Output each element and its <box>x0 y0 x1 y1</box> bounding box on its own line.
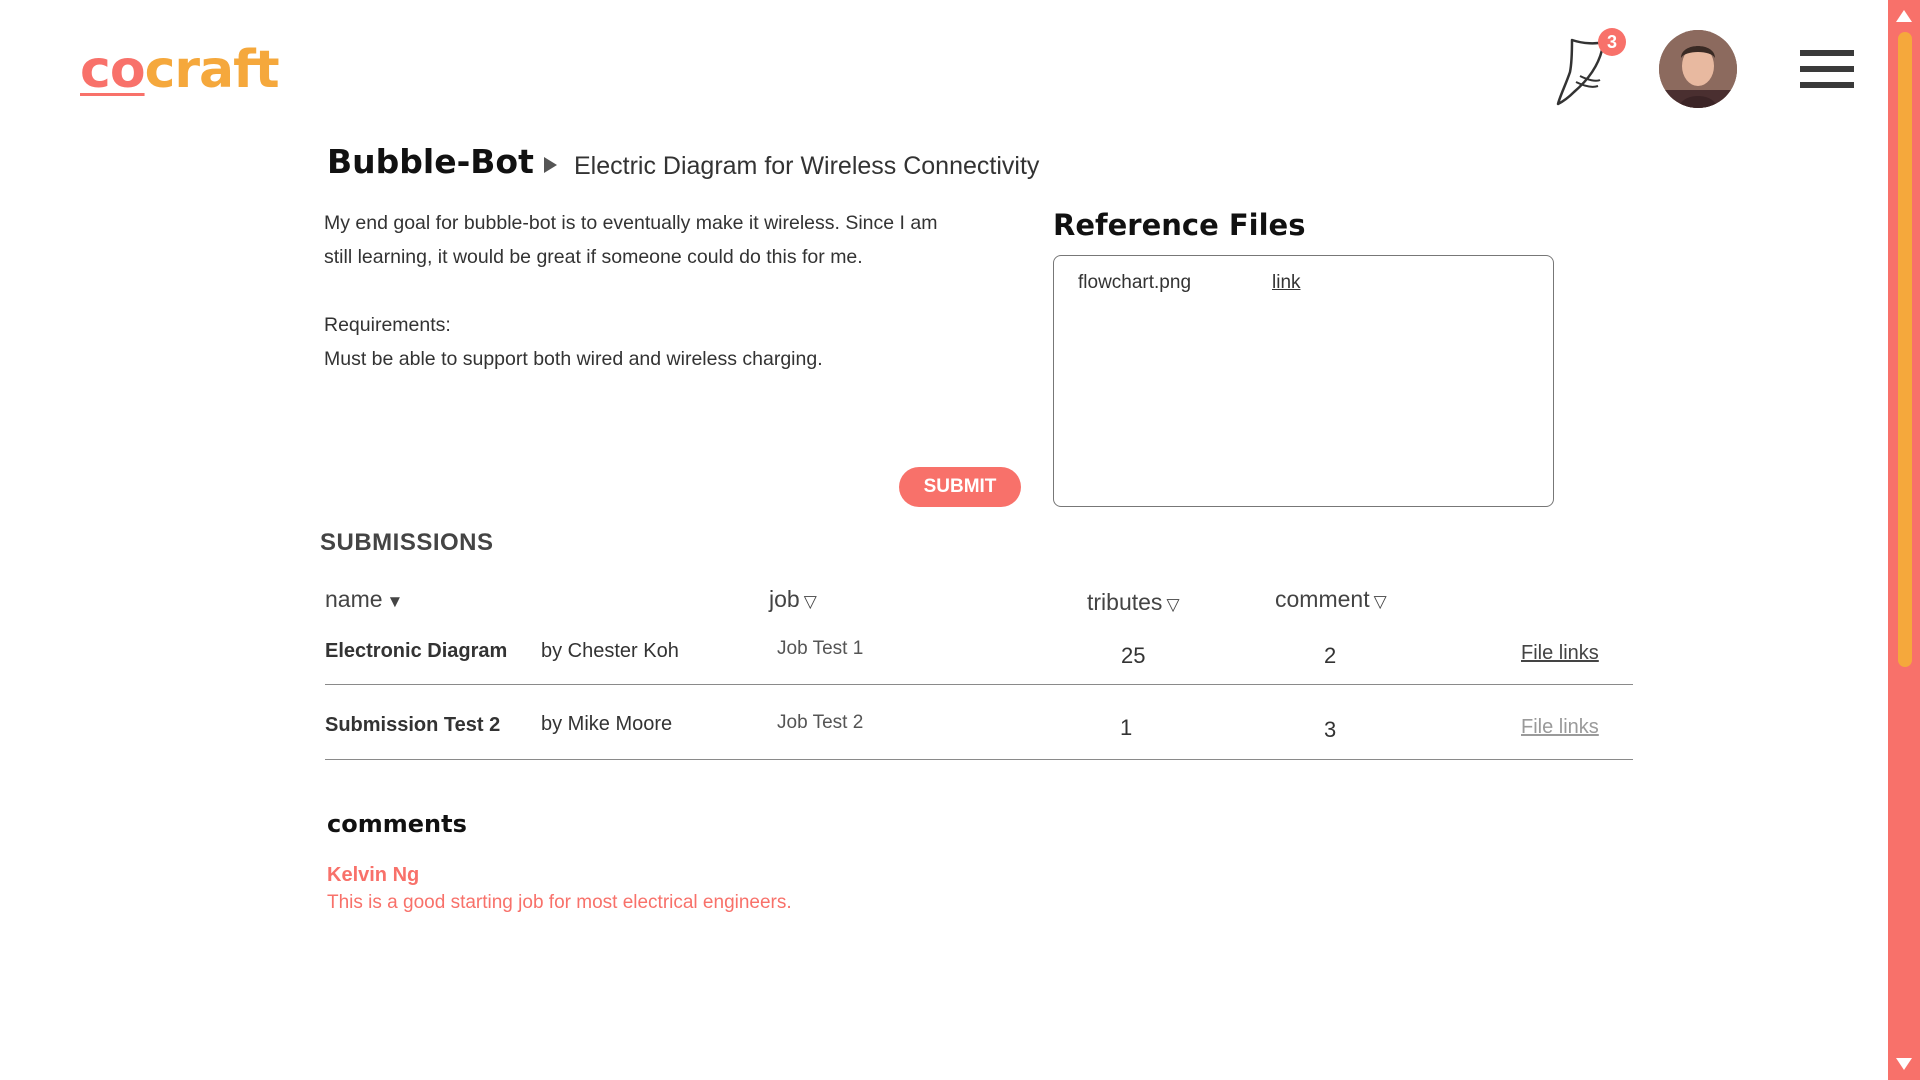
comment-author[interactable]: Kelvin Ng <box>327 864 419 887</box>
sort-desc-icon: ▼ <box>386 592 404 611</box>
column-header-job-label: job <box>769 586 800 612</box>
description-line: still learning, it would be great if som… <box>324 246 863 268</box>
notification-count-badge: 3 <box>1598 28 1626 56</box>
user-avatar[interactable] <box>1659 30 1737 108</box>
submission-name[interactable]: Submission Test 2 <box>325 714 500 737</box>
reference-files-heading: Reference Files <box>1053 208 1306 242</box>
job-title: Electric Diagram for Wireless Connectivi… <box>574 152 1040 180</box>
cocraft-logo[interactable]: cocraft <box>80 40 280 100</box>
scroll-up-arrow-icon[interactable] <box>1896 10 1912 22</box>
logo-part-craft: craft <box>144 40 280 100</box>
submission-author: by Chester Koh <box>541 640 679 662</box>
column-header-tributes-label: tributes <box>1087 589 1163 615</box>
breadcrumb-arrow-icon <box>544 157 557 173</box>
column-header-name-label: name <box>325 586 383 612</box>
submission-comment-count: 3 <box>1324 717 1337 742</box>
hamburger-menu-button[interactable] <box>1800 50 1854 90</box>
vertical-scrollbar[interactable] <box>1888 0 1920 1080</box>
menu-bar-1 <box>1800 50 1854 56</box>
column-header-tributes[interactable]: tributes ▽ <box>1087 589 1180 616</box>
sort-icon: ▽ <box>1373 592 1387 611</box>
menu-bar-3 <box>1800 82 1854 88</box>
reference-files-box: flowchart.png link <box>1053 255 1554 507</box>
column-header-name[interactable]: name ▼ <box>325 586 403 613</box>
row-divider <box>325 759 1633 760</box>
file-links[interactable]: File links <box>1521 642 1599 665</box>
submission-job: Job Test 1 <box>777 638 864 659</box>
reference-file-link[interactable]: link <box>1272 272 1301 294</box>
comments-heading: comments <box>327 810 467 838</box>
column-header-comment[interactable]: comment ▽ <box>1275 586 1387 613</box>
submit-button[interactable]: SUBMIT <box>899 467 1021 507</box>
description-line: Requirements: <box>324 314 451 336</box>
column-header-comment-label: comment <box>1275 586 1370 612</box>
submission-tributes: 1 <box>1120 715 1133 740</box>
scroll-down-arrow-icon[interactable] <box>1896 1058 1912 1070</box>
file-links[interactable]: File links <box>1521 716 1599 739</box>
avatar-portrait-icon <box>1659 30 1737 108</box>
comment-text: This is a good starting job for most ele… <box>327 892 792 913</box>
submission-comment-count: 2 <box>1324 643 1337 668</box>
row-divider <box>325 684 1633 685</box>
menu-bar-2 <box>1800 66 1854 72</box>
notifications-button[interactable]: 3 <box>1550 28 1626 108</box>
column-header-job[interactable]: job ▽ <box>769 586 817 613</box>
sort-icon: ▽ <box>1166 595 1180 614</box>
reference-file-name: flowchart.png <box>1078 272 1192 293</box>
submission-name[interactable]: Electronic Diagram <box>325 640 507 663</box>
submission-tributes: 25 <box>1121 643 1146 668</box>
description-line: My end goal for bubble-bot is to eventua… <box>324 212 938 234</box>
sort-icon: ▽ <box>803 592 817 611</box>
job-description: My end goal for bubble-bot is to eventua… <box>324 206 1024 376</box>
logo-part-co: co <box>80 40 146 100</box>
submission-job: Job Test 2 <box>777 712 864 733</box>
submissions-heading: SUBMISSIONS <box>320 529 494 556</box>
description-line <box>324 274 1024 308</box>
submission-author: by Mike Moore <box>541 713 673 735</box>
project-title[interactable]: Bubble-Bot <box>327 142 534 181</box>
scrollbar-thumb[interactable] <box>1898 32 1912 667</box>
description-line: Must be able to support both wired and w… <box>324 348 823 370</box>
